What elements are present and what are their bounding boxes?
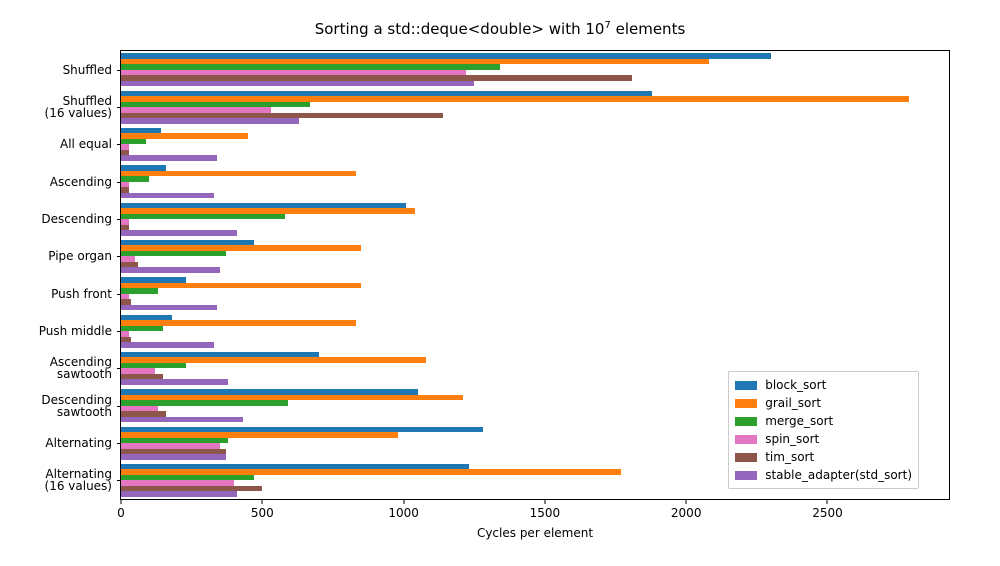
- y-axis-labels: Shuffled Shuffled (16 values) All equal Asc…: [0, 50, 112, 500]
- bar: [121, 251, 226, 257]
- legend-swatch: [735, 471, 757, 480]
- y-tick-mark: [117, 480, 121, 481]
- plot-area: block_sort grail_sort merge_sort spin_sortt…: [120, 50, 950, 500]
- legend-swatch: [735, 399, 757, 408]
- legend-label: tim_sort: [765, 450, 814, 464]
- x-tick-mark: [262, 500, 263, 504]
- chart-title-text: Sorting a std::deque<double> with 107 el…: [315, 20, 686, 38]
- y-tick-label: Push front: [51, 288, 112, 300]
- legend-item: spin_sort: [735, 430, 912, 448]
- legend-item: block_sort: [735, 376, 912, 394]
- bar: [121, 491, 237, 497]
- bar: [121, 155, 217, 161]
- x-tick-mark: [686, 500, 687, 504]
- y-tick-label: Descending sawtooth: [41, 394, 112, 418]
- y-tick-label: Alternating: [45, 437, 112, 449]
- y-tick-label: Push middle: [39, 325, 112, 337]
- y-tick-mark: [117, 107, 121, 108]
- legend-swatch: [735, 435, 757, 444]
- legend-label: grail_sort: [765, 396, 821, 410]
- y-tick-mark: [117, 219, 121, 220]
- legend-label: merge_sort: [765, 414, 833, 428]
- legend-label: block_sort: [765, 378, 826, 392]
- x-tick-mark: [121, 500, 122, 504]
- y-tick-mark: [117, 331, 121, 332]
- x-tick-label: 500: [251, 506, 274, 520]
- legend-item: grail_sort: [735, 394, 912, 412]
- y-tick-mark: [117, 406, 121, 407]
- y-tick-mark: [117, 182, 121, 183]
- x-tick-label: 1000: [388, 506, 419, 520]
- x-tick-mark: [827, 500, 828, 504]
- x-tick-mark: [544, 500, 545, 504]
- legend-swatch: [735, 381, 757, 390]
- y-tick-label: Shuffled: [63, 64, 112, 76]
- legend-label: stable_adapter(std_sort): [765, 468, 912, 482]
- y-tick-label: Ascending sawtooth: [50, 356, 112, 380]
- x-tick-label: 1500: [530, 506, 561, 520]
- y-tick-mark: [117, 256, 121, 257]
- x-tick-mark: [403, 500, 404, 504]
- bar: [121, 267, 220, 273]
- y-tick-mark: [117, 70, 121, 71]
- y-tick-mark: [117, 443, 121, 444]
- bar: [121, 379, 228, 385]
- legend-label: spin_sort: [765, 432, 819, 446]
- bar: [121, 417, 243, 423]
- y-tick-mark: [117, 294, 121, 295]
- bar: [121, 214, 285, 220]
- y-tick-label: All equal: [60, 138, 112, 150]
- x-tick-label: 2500: [812, 506, 843, 520]
- bar: [121, 342, 214, 348]
- y-tick-label: Pipe organ: [48, 250, 112, 262]
- bar: [121, 454, 226, 460]
- x-tick-label: 2000: [671, 506, 702, 520]
- legend-item: stable_adapter(std_sort): [735, 466, 912, 484]
- x-axis-label: Cycles per element: [120, 526, 950, 540]
- legend: block_sort grail_sort merge_sort spin_sortt…: [728, 371, 919, 489]
- y-tick-label: Shuffled (16 values): [45, 95, 112, 119]
- y-tick-mark: [117, 368, 121, 369]
- x-tick-label: 0: [117, 506, 125, 520]
- bar: [121, 230, 237, 236]
- y-tick-label: Descending: [41, 213, 112, 225]
- bar: [121, 305, 217, 311]
- bar: [121, 171, 356, 177]
- legend-swatch: [735, 453, 757, 462]
- bar: [121, 193, 214, 199]
- y-tick-mark: [117, 144, 121, 145]
- y-tick-label: Ascending: [50, 176, 112, 188]
- legend-swatch: [735, 417, 757, 426]
- chart-title: Sorting a std::deque<double> with 107 el…: [0, 20, 1000, 38]
- y-tick-label: Alternating (16 values): [45, 468, 112, 492]
- figure: Sorting a std::deque<double> with 107 el…: [0, 0, 1000, 566]
- bar: [121, 81, 474, 87]
- bar: [121, 118, 299, 124]
- legend-item: tim_sort: [735, 448, 912, 466]
- legend-item: merge_sort: [735, 412, 912, 430]
